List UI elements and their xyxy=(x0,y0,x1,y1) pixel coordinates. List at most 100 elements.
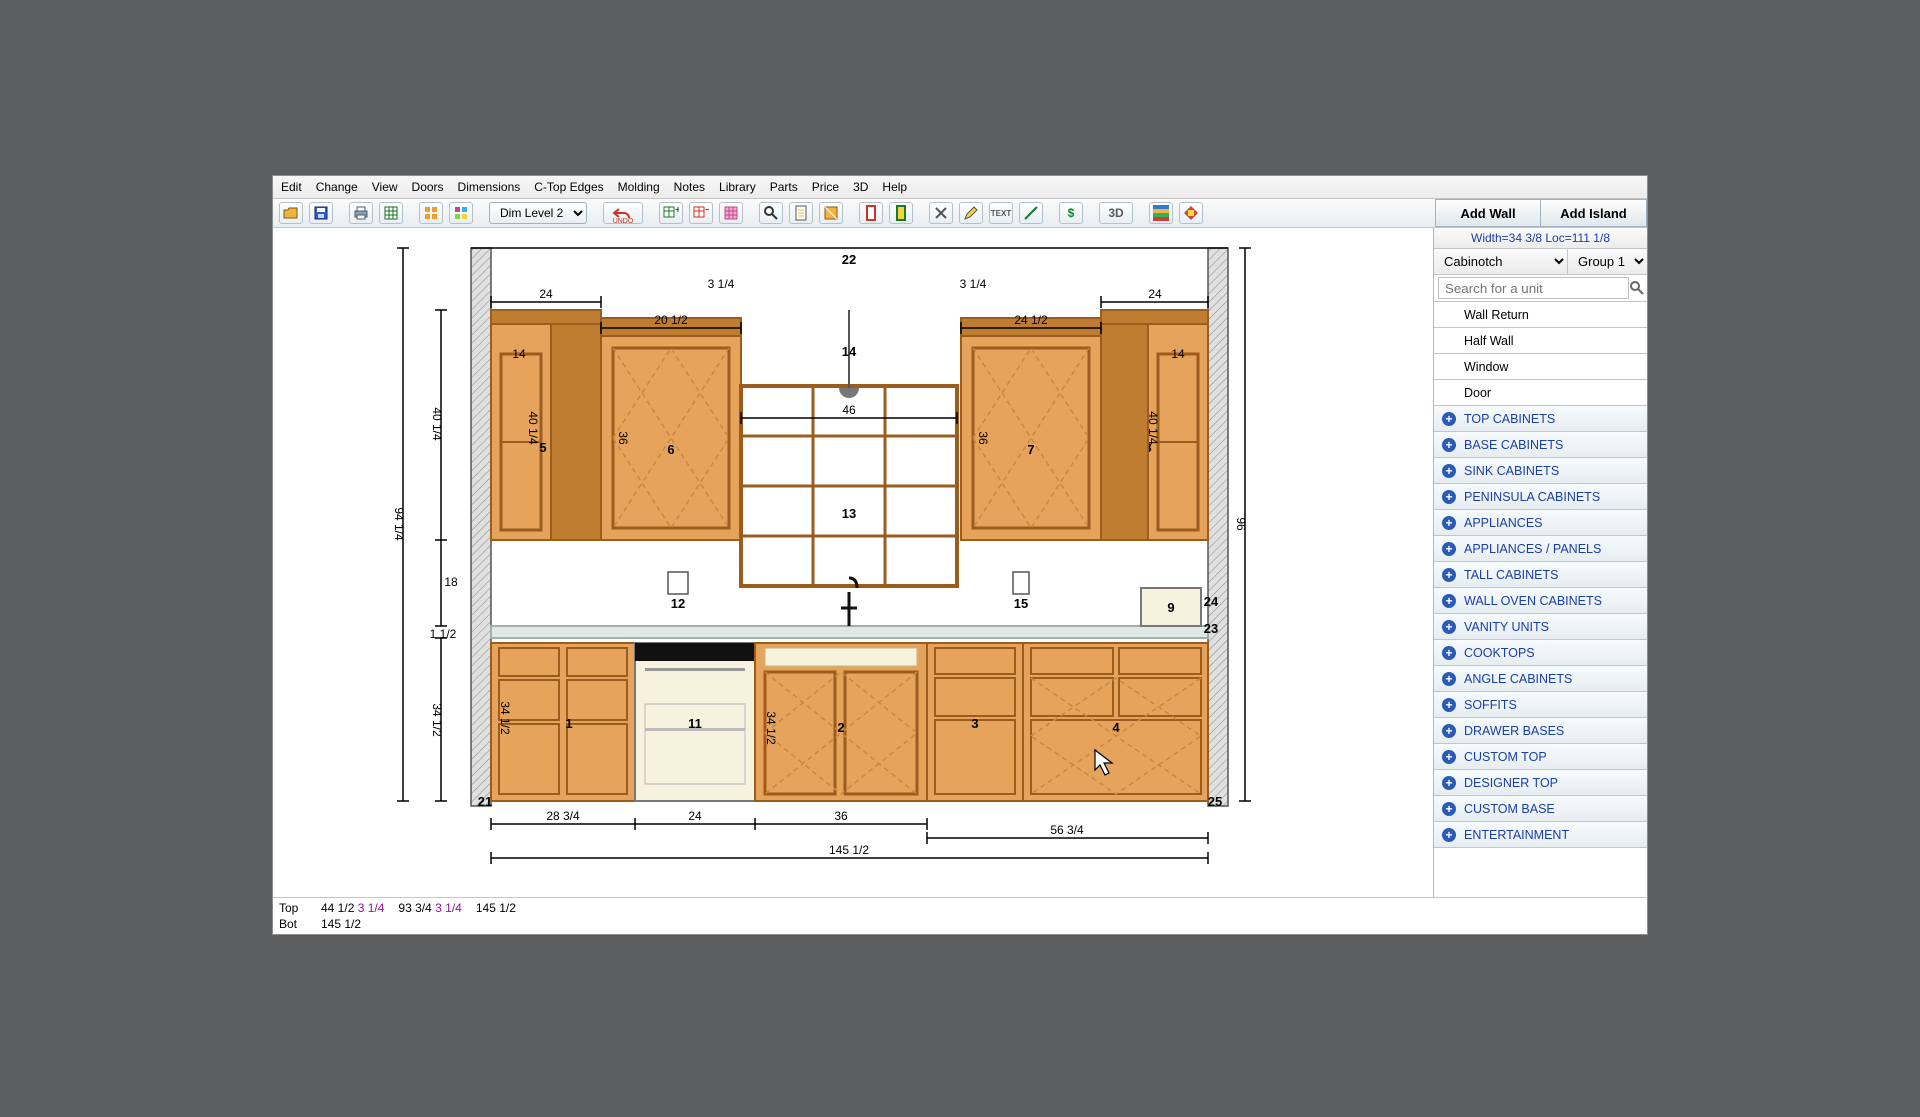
search-input[interactable] xyxy=(1438,277,1629,299)
panel-icon[interactable] xyxy=(889,202,913,224)
lib-half-wall[interactable]: Half Wall xyxy=(1434,328,1647,354)
wall-icon[interactable] xyxy=(819,202,843,224)
top-right-buttons: Add Wall Add Island xyxy=(1435,199,1647,227)
doc-icon[interactable] xyxy=(789,202,813,224)
menu-view[interactable]: View xyxy=(372,180,398,194)
add-wall-button[interactable]: Add Wall xyxy=(1435,199,1541,227)
group-select[interactable]: Group 1 xyxy=(1567,249,1647,274)
table-add-icon[interactable]: + xyxy=(659,202,683,224)
svg-text:7: 7 xyxy=(1027,442,1034,457)
menu-help[interactable]: Help xyxy=(882,180,907,194)
door-icon[interactable] xyxy=(859,202,883,224)
save-icon[interactable] xyxy=(309,202,333,224)
svg-text:18: 18 xyxy=(444,575,458,589)
svg-text:1 1/2: 1 1/2 xyxy=(430,627,457,641)
drawing-canvas[interactable]: 5 6 7 8 xyxy=(273,228,1433,897)
cat-top-cabinets[interactable]: +TOP CABINETS xyxy=(1434,406,1647,432)
cat-tall-cabinets[interactable]: +TALL CABINETS xyxy=(1434,562,1647,588)
3d-button[interactable]: 3D xyxy=(1099,202,1133,224)
open-icon[interactable] xyxy=(279,202,303,224)
grid-b-icon[interactable] xyxy=(449,202,473,224)
table-del-icon[interactable]: − xyxy=(689,202,713,224)
svg-text:36: 36 xyxy=(616,431,630,445)
menu-edit[interactable]: Edit xyxy=(281,180,302,194)
menu-dimensions[interactable]: Dimensions xyxy=(458,180,521,194)
text-icon[interactable]: TEXT xyxy=(989,202,1013,224)
svg-text:94 1/4: 94 1/4 xyxy=(392,507,406,541)
colors-icon[interactable] xyxy=(1149,202,1173,224)
footer-bot-label: Bot xyxy=(279,917,307,931)
pencil-icon[interactable] xyxy=(959,202,983,224)
line-icon[interactable] xyxy=(1019,202,1043,224)
print-icon[interactable] xyxy=(349,202,373,224)
svg-text:24: 24 xyxy=(539,287,553,301)
cat-entertainment[interactable]: +ENTERTAINMENT xyxy=(1434,822,1647,848)
menu-parts[interactable]: Parts xyxy=(770,180,798,194)
price-icon[interactable]: $ xyxy=(1059,202,1083,224)
svg-text:36: 36 xyxy=(976,431,990,445)
menu-3d[interactable]: 3D xyxy=(853,180,868,194)
elevation-drawing: 5 6 7 8 xyxy=(273,228,1433,868)
lib-door[interactable]: Door xyxy=(1434,380,1647,406)
cat-appliances-panels[interactable]: +APPLIANCES / PANELS xyxy=(1434,536,1647,562)
svg-text:36: 36 xyxy=(834,809,848,823)
svg-text:56 3/4: 56 3/4 xyxy=(1050,823,1084,837)
grid-a-icon[interactable] xyxy=(419,202,443,224)
lib-wall-return[interactable]: Wall Return xyxy=(1434,302,1647,328)
shape-icon[interactable] xyxy=(1179,202,1203,224)
cat-custom-top[interactable]: +CUSTOM TOP xyxy=(1434,744,1647,770)
menu-library[interactable]: Library xyxy=(719,180,756,194)
svg-text:24: 24 xyxy=(688,809,702,823)
svg-text:3: 3 xyxy=(971,716,978,731)
svg-text:4: 4 xyxy=(1112,720,1120,735)
cat-designer-top[interactable]: +DESIGNER TOP xyxy=(1434,770,1647,796)
cat-drawer-bases[interactable]: +DRAWER BASES xyxy=(1434,718,1647,744)
svg-text:+: + xyxy=(675,205,679,216)
svg-text:3 1/4: 3 1/4 xyxy=(708,277,735,291)
svg-text:40 1/4: 40 1/4 xyxy=(1146,411,1160,445)
cat-custom-base[interactable]: +CUSTOM BASE xyxy=(1434,796,1647,822)
svg-text:34 1/2: 34 1/2 xyxy=(498,701,512,735)
cat-appliances[interactable]: +APPLIANCES xyxy=(1434,510,1647,536)
cat-soffits[interactable]: +SOFFITS xyxy=(1434,692,1647,718)
svg-text:9: 9 xyxy=(1167,600,1174,615)
menu-molding[interactable]: Molding xyxy=(618,180,660,194)
svg-text:11: 11 xyxy=(688,716,702,731)
svg-text:14: 14 xyxy=(512,347,526,361)
svg-text:2: 2 xyxy=(837,720,844,735)
tools-icon[interactable] xyxy=(929,202,953,224)
lib-window[interactable]: Window xyxy=(1434,354,1647,380)
search-icon[interactable] xyxy=(1629,277,1645,299)
menu-notes[interactable]: Notes xyxy=(674,180,705,194)
app-window: Edit Change View Doors Dimensions C-Top … xyxy=(272,175,1648,935)
svg-text:34 1/2: 34 1/2 xyxy=(430,703,444,737)
status-bar: Top 44 1/2 3 1/4 93 3/4 3 1/4 145 1/2 Bo… xyxy=(273,897,1647,934)
menu-change[interactable]: Change xyxy=(316,180,358,194)
unit-status: Width=34 3/8 Loc=111 1/8 xyxy=(1434,228,1647,249)
svg-text:−: − xyxy=(705,205,709,216)
menu-ctop-edges[interactable]: C-Top Edges xyxy=(534,180,603,194)
svg-text:23: 23 xyxy=(1204,621,1218,636)
menu-doors[interactable]: Doors xyxy=(412,180,444,194)
undo-icon[interactable]: UNDO xyxy=(603,202,643,224)
menu-price[interactable]: Price xyxy=(812,180,839,194)
cat-base-cabinets[interactable]: +BASE CABINETS xyxy=(1434,432,1647,458)
cat-peninsula-cabinets[interactable]: +PENINSULA CABINETS xyxy=(1434,484,1647,510)
cat-sink-cabinets[interactable]: +SINK CABINETS xyxy=(1434,458,1647,484)
cat-angle-cabinets[interactable]: +ANGLE CABINETS xyxy=(1434,666,1647,692)
vendor-select[interactable]: Cabinotch xyxy=(1434,249,1567,274)
unit-library-list[interactable]: Wall Return Half Wall Window Door +TOP C… xyxy=(1434,302,1647,897)
svg-text:20 1/2: 20 1/2 xyxy=(654,313,688,327)
cat-wall-oven-cabinets[interactable]: +WALL OVEN CABINETS xyxy=(1434,588,1647,614)
svg-text:40 1/4: 40 1/4 xyxy=(430,407,444,441)
svg-text:5: 5 xyxy=(539,440,546,455)
spreadsheet-icon[interactable] xyxy=(379,202,403,224)
svg-text:13: 13 xyxy=(842,506,856,521)
cat-cooktops[interactable]: +COOKTOPS xyxy=(1434,640,1647,666)
add-island-button[interactable]: Add Island xyxy=(1541,199,1647,227)
svg-text:12: 12 xyxy=(671,596,685,611)
zoom-icon[interactable] xyxy=(759,202,783,224)
dim-level-select[interactable]: Dim Level 2 xyxy=(489,202,587,224)
pink-table-icon[interactable] xyxy=(719,202,743,224)
cat-vanity-units[interactable]: +VANITY UNITS xyxy=(1434,614,1647,640)
